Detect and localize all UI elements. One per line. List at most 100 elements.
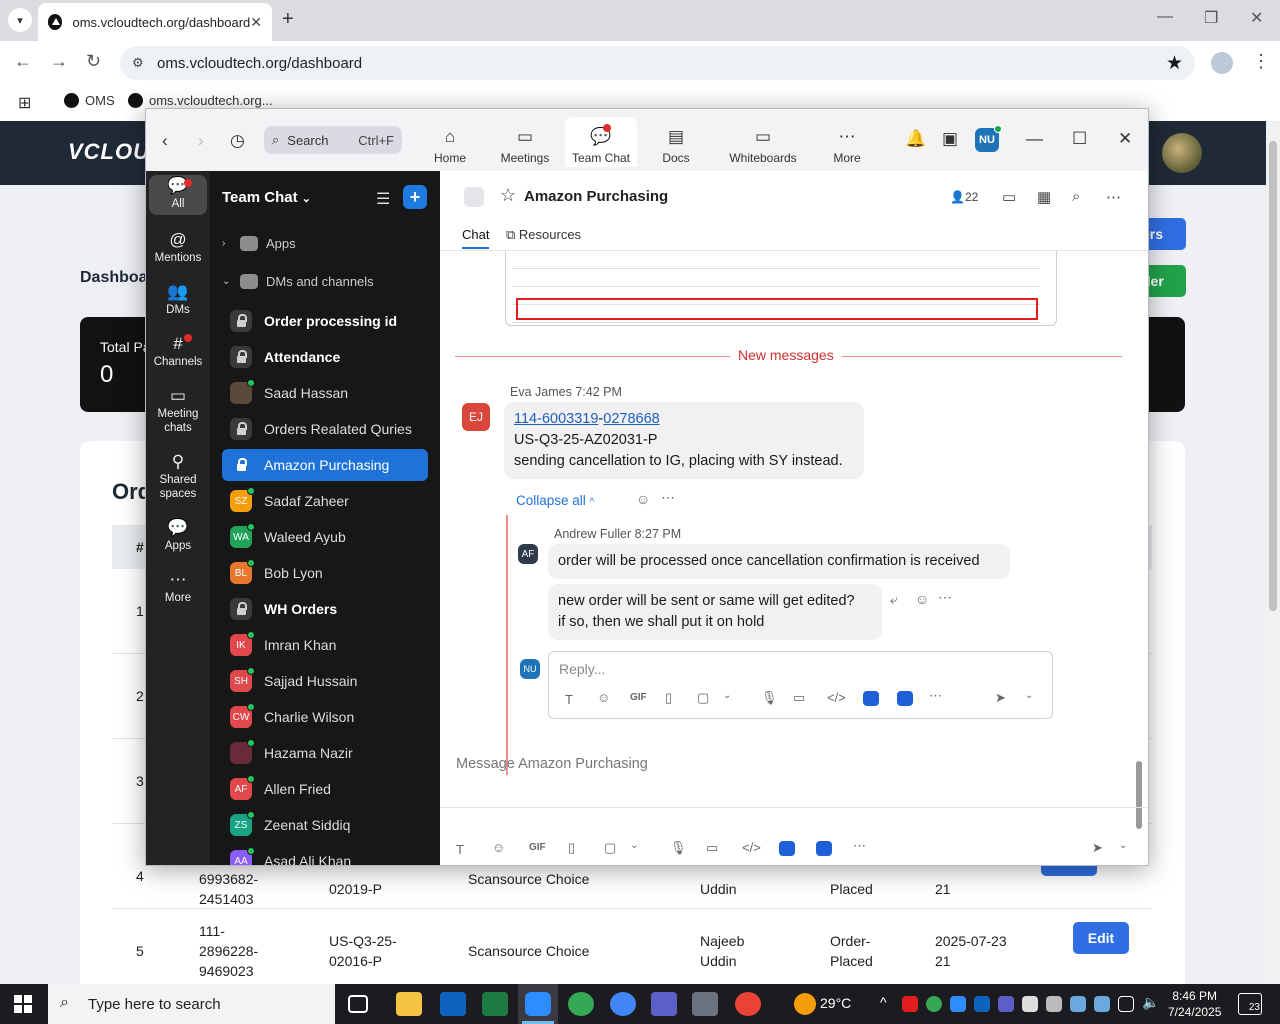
history-icon[interactable]: ◷ xyxy=(230,131,245,151)
chrome-alt-icon[interactable] xyxy=(735,992,761,1016)
teams-icon[interactable] xyxy=(651,992,677,1016)
rail-all[interactable]: 💬 All xyxy=(149,175,207,215)
app-icon[interactable] xyxy=(779,841,795,856)
more-actions-icon[interactable]: ⋯ xyxy=(938,589,952,606)
video-icon[interactable]: ▭ xyxy=(1002,188,1016,206)
edit-button[interactable]: Edit xyxy=(1073,922,1129,954)
pdf-tray-icon[interactable] xyxy=(902,996,918,1012)
format-text-icon[interactable]: T xyxy=(565,692,573,707)
edit-button-partial[interactable] xyxy=(1041,866,1097,876)
bookmark-oms[interactable]: OMS xyxy=(64,93,115,108)
task-view-icon[interactable] xyxy=(348,995,368,1013)
compose-area[interactable] xyxy=(440,807,1148,865)
app-tray-icon[interactable] xyxy=(1070,996,1086,1012)
minimize-icon[interactable]: — xyxy=(1157,8,1173,26)
order-link[interactable]: 0278668 xyxy=(603,411,659,427)
volume-icon[interactable]: 🔈 xyxy=(1142,994,1159,1011)
chevron-up-icon[interactable]: ^ xyxy=(880,994,887,1010)
rail-mentions[interactable]: @ Mentions xyxy=(149,231,207,265)
sidebar-item[interactable]: AA Asad Ali Khan xyxy=(222,845,428,865)
reply-avatar[interactable]: AF xyxy=(518,544,538,564)
zoom-close-icon[interactable]: ✕ xyxy=(1118,129,1132,149)
code-icon[interactable]: </> xyxy=(827,690,846,705)
calendar-gift-icon[interactable]: ▣ xyxy=(942,129,958,149)
tab-more[interactable]: ⋯ More xyxy=(832,117,862,167)
new-tab-icon[interactable]: + xyxy=(282,8,294,31)
send-icon[interactable]: ➤ xyxy=(1092,840,1103,856)
chevron-down-icon[interactable]: ⌄ xyxy=(723,690,731,701)
more-dots-icon[interactable]: ⋯ xyxy=(929,688,942,704)
zoom-user-avatar[interactable]: NU xyxy=(975,125,1002,152)
rail-dms[interactable]: 👥 DMs xyxy=(149,283,207,317)
tab-search-icon[interactable]: ▾ xyxy=(8,8,32,32)
apps-grid-icon[interactable]: ⊞ xyxy=(18,93,31,113)
rail-meeting-chats[interactable]: ▭ Meeting chats xyxy=(149,387,207,435)
screenshot-icon[interactable]: ▢ xyxy=(697,690,709,706)
compose-placeholder[interactable]: Message Amazon Purchasing xyxy=(456,756,648,772)
app-icon[interactable] xyxy=(816,841,832,856)
bookmark-star-icon[interactable]: ★ xyxy=(1166,52,1183,75)
sidebar-item[interactable]: ZS Zeenat Siddiq xyxy=(222,809,428,841)
gif-icon[interactable]: GIF xyxy=(630,692,647,703)
taskbar-clock[interactable]: 8:46 PM 7/24/2025 xyxy=(1168,988,1221,1020)
zoom-app-icon[interactable] xyxy=(525,992,551,1016)
zoom-maximize-icon[interactable]: ☐ xyxy=(1072,129,1087,149)
video-clip-icon[interactable]: ▭ xyxy=(706,840,718,856)
zoom-tray-icon[interactable] xyxy=(950,996,966,1012)
sender-avatar[interactable]: EJ xyxy=(462,403,490,431)
section-apps[interactable]: › Apps xyxy=(222,236,296,251)
filter-icon[interactable]: ☰ xyxy=(376,189,390,209)
sidebar-item[interactable]: SZ Sadaf Zaheer xyxy=(222,485,428,517)
zoom-minimize-icon[interactable]: — xyxy=(1026,129,1043,149)
file-icon[interactable]: ▯ xyxy=(665,690,672,706)
reply-thread-icon[interactable]: ⤶ xyxy=(890,591,898,608)
send-icon[interactable]: ➤ xyxy=(995,690,1006,706)
members-button[interactable]: 👤22 xyxy=(950,190,978,204)
sidebar-item[interactable]: WA Waleed Ayub xyxy=(222,521,428,553)
sidebar-item[interactable]: SH Sajjad Hussain xyxy=(222,665,428,697)
app-icon[interactable] xyxy=(863,691,879,706)
taskbar-search[interactable]: ⌕ Type here to search xyxy=(48,984,335,1024)
rail-shared-spaces[interactable]: ⚲ Shared spaces xyxy=(149,453,207,501)
tab-meetings[interactable]: ▭ Meetings xyxy=(498,117,552,167)
sidebar-title[interactable]: Team Chat ⌄ xyxy=(222,189,311,206)
notification-center-icon[interactable]: 23 xyxy=(1238,993,1262,1015)
gif-icon[interactable]: GIF xyxy=(529,842,546,853)
rail-more[interactable]: ⋯ More xyxy=(149,571,207,605)
reply-input[interactable]: Reply... T ☺ GIF ▯ ▢ ⌄ 🎙 ▭ </> ⋯ ➤ ⌄ xyxy=(548,651,1053,719)
screenshot-icon[interactable]: ▢ xyxy=(604,840,616,856)
emoji-react-icon[interactable]: ☺ xyxy=(636,491,650,507)
browser-tab[interactable]: oms.vcloudtech.org/dashboard ✕ xyxy=(38,3,272,41)
chrome-tray-icon[interactable] xyxy=(926,996,942,1012)
file-icon[interactable]: ▯ xyxy=(568,840,575,856)
page-scrollbar[interactable] xyxy=(1266,121,1280,984)
restore-icon[interactable]: ❐ xyxy=(1204,8,1218,28)
sidebar-item[interactable]: CW Charlie Wilson xyxy=(222,701,428,733)
sidebar-item[interactable]: Orders Realated Quries xyxy=(222,413,428,445)
user-avatar[interactable] xyxy=(1162,133,1202,173)
reload-icon[interactable]: ↻ xyxy=(86,51,101,72)
back-icon[interactable]: ← xyxy=(14,51,32,72)
bell-icon[interactable]: 🔔 xyxy=(905,129,926,149)
new-chat-button[interactable]: + xyxy=(403,185,427,209)
chevron-down-icon[interactable]: ⌄ xyxy=(1119,840,1127,851)
calendar-icon[interactable]: ▦ xyxy=(1037,188,1051,206)
zoom-search[interactable]: ⌕ Search Ctrl+F xyxy=(264,126,402,154)
sidebar-item[interactable]: AF Allen Fried xyxy=(222,773,428,805)
windows-start-icon[interactable] xyxy=(14,995,32,1013)
file-explorer-icon[interactable] xyxy=(396,992,422,1016)
chrome-icon[interactable] xyxy=(568,992,594,1016)
tab-whiteboards[interactable]: ▭ Whiteboards xyxy=(728,117,798,167)
weather-temp[interactable]: 29°C xyxy=(820,995,851,1011)
subtab-chat[interactable]: Chat xyxy=(462,227,490,249)
site-info-icon[interactable]: ⚙ xyxy=(132,55,144,71)
rail-channels[interactable]: # Channels xyxy=(149,335,207,369)
bookmark-oms-site[interactable]: oms.vcloudtech.org... xyxy=(128,93,273,108)
outlook-icon[interactable] xyxy=(440,992,466,1016)
emoji-icon[interactable]: ☺ xyxy=(597,690,610,705)
wifi-icon[interactable] xyxy=(1118,996,1134,1012)
subtab-resources[interactable]: ⧉ Resources xyxy=(506,227,581,243)
more-actions-icon[interactable]: ⋯ xyxy=(661,489,675,506)
sidebar-item[interactable]: Amazon Purchasing xyxy=(222,449,428,481)
excel-icon[interactable] xyxy=(482,992,508,1016)
